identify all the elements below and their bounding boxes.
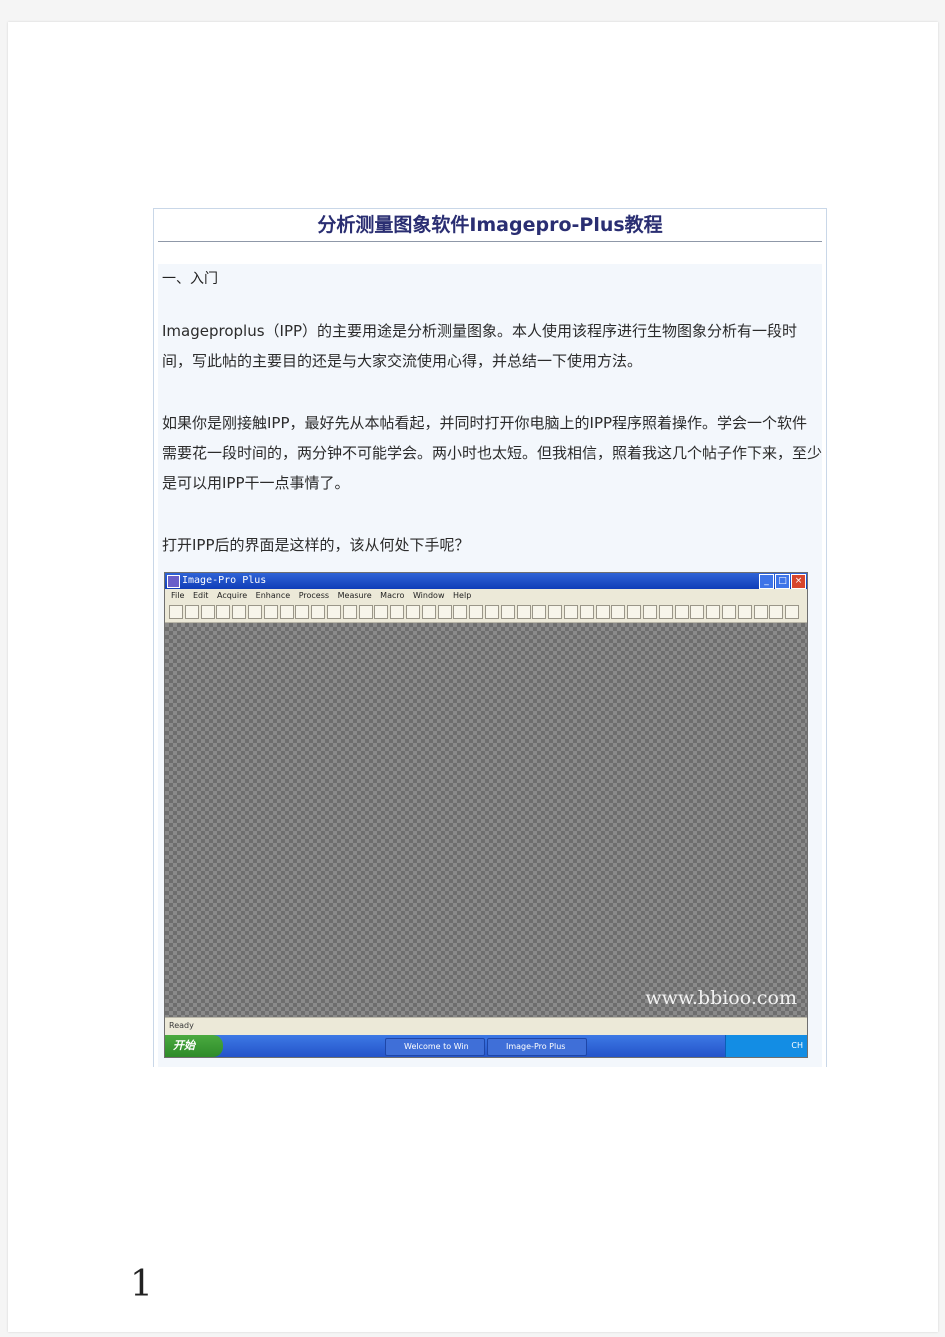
toolbar-button-icon — [390, 605, 405, 619]
screenshot-statusbar: Ready — [165, 1017, 807, 1035]
post-title: 分析测量图象软件Imagepro-Plus教程 — [158, 209, 822, 242]
toolbar-button-icon — [169, 605, 183, 619]
toolbar-button-icon — [737, 605, 752, 619]
paragraph-advice: 如果你是刚接触IPP，最好先从本帖看起，并同时打开你电脑上的IPP程序照着操作。… — [162, 414, 823, 492]
close-icon: × — [791, 574, 806, 589]
menu-measure: Measure — [337, 591, 372, 600]
menu-help: Help — [453, 591, 472, 600]
document-page: 分析测量图象软件Imagepro-Plus教程 一、入门 Imageproplu… — [8, 22, 938, 1332]
minimize-icon: _ — [759, 574, 774, 589]
toolbar-button-icon — [516, 605, 531, 619]
toolbar-button-icon — [469, 605, 484, 619]
toolbar-button-icon — [232, 605, 247, 619]
menu-file: File — [171, 591, 185, 600]
menu-enhance: Enhance — [255, 591, 291, 600]
toolbar-button-icon — [658, 605, 673, 619]
toolbar-button-icon — [753, 605, 768, 619]
toolbar-button-icon — [295, 605, 310, 619]
toolbar-button-icon — [579, 605, 594, 619]
screenshot-titlebar: Image-Pro Plus _ □ × — [165, 573, 807, 589]
paragraph-question: 打开IPP后的界面是这样的，该从何处下手呢？ — [162, 536, 470, 554]
screenshot-menubar: File Edit Acquire Enhance Process Measur… — [165, 589, 807, 602]
toolbar-button-icon — [485, 605, 499, 619]
toolbar-button-icon — [437, 605, 452, 619]
toolbar-button-icon — [406, 605, 420, 619]
toolbar-button-icon — [263, 605, 278, 619]
toolbar-button-icon — [643, 605, 657, 619]
menu-edit: Edit — [192, 591, 209, 600]
toolbar-button-icon — [595, 605, 610, 619]
toolbar-button-icon — [785, 605, 800, 619]
taskbar-item: Welcome to Win — [385, 1038, 485, 1056]
forum-post: 分析测量图象软件Imagepro-Plus教程 一、入门 Imageproplu… — [153, 208, 827, 1067]
taskbar-item: Image-Pro Plus — [487, 1038, 587, 1056]
screenshot-toolbar — [165, 602, 807, 623]
toolbar-button-icon — [421, 605, 436, 619]
toolbar-button-icon — [216, 605, 231, 619]
toolbar-button-icon — [184, 605, 199, 619]
toolbar-button-icon — [548, 605, 563, 619]
menu-process: Process — [298, 591, 330, 600]
toolbar-button-icon — [374, 605, 389, 619]
paragraph-intro: Imageproplus（IPP）的主要用途是分析测量图象。本人使用该程序进行生… — [162, 322, 798, 370]
toolbar-button-icon — [564, 605, 578, 619]
toolbar-button-icon — [279, 605, 294, 619]
app-icon — [167, 575, 180, 588]
toolbar-button-icon — [769, 605, 784, 619]
toolbar-button-icon — [611, 605, 626, 619]
toolbar-button-icon — [200, 605, 215, 619]
software-screenshot: Image-Pro Plus _ □ × File Edit Acquire E… — [164, 572, 808, 1058]
section-heading: 一、入门 — [162, 271, 218, 287]
toolbar-button-icon — [500, 605, 515, 619]
menu-macro: Macro — [380, 591, 405, 600]
menu-window: Window — [412, 591, 445, 600]
toolbar-button-icon — [342, 605, 357, 619]
toolbar-button-icon — [453, 605, 468, 619]
screenshot-workspace: www.bbioo.com — [165, 623, 807, 1017]
toolbar-button-icon — [706, 605, 721, 619]
screenshot-window-title: Image-Pro Plus — [182, 575, 267, 586]
toolbar-button-icon — [627, 605, 642, 619]
toolbar-button-icon — [327, 605, 341, 619]
toolbar-button-icon — [358, 605, 373, 619]
maximize-icon: □ — [775, 574, 790, 589]
watermark: www.bbioo.com — [645, 987, 797, 1009]
start-button: 开始 — [165, 1035, 223, 1057]
toolbar-button-icon — [248, 605, 262, 619]
status-ready: Ready — [169, 1021, 194, 1030]
page-number: 1 — [130, 1264, 153, 1305]
toolbar-button-icon — [674, 605, 689, 619]
toolbar-button-icon — [690, 605, 705, 619]
toolbar-button-icon — [311, 605, 326, 619]
post-body: 一、入门 Imageproplus（IPP）的主要用途是分析测量图象。本人使用该… — [158, 264, 822, 1067]
screenshot-taskbar: 开始 Welcome to Win Image-Pro Plus CH — [165, 1035, 807, 1057]
system-tray: CH — [725, 1035, 807, 1057]
menu-acquire: Acquire — [216, 591, 248, 600]
toolbar-button-icon — [722, 605, 736, 619]
toolbar-button-icon — [532, 605, 547, 619]
